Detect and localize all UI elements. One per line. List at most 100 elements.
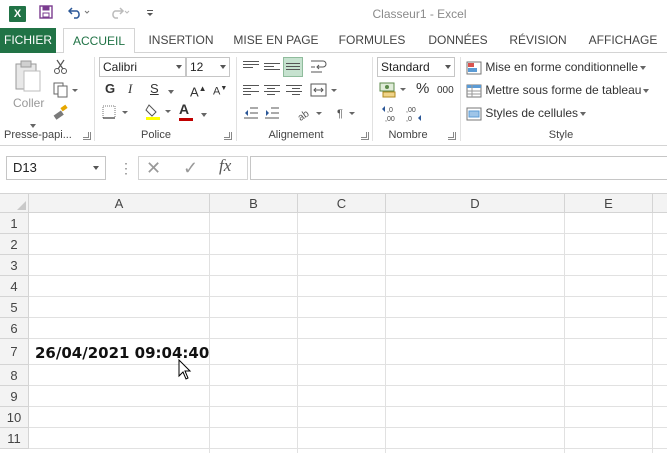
align-bottom-icon[interactable] xyxy=(283,57,303,77)
svg-text:ab: ab xyxy=(296,108,312,121)
window-title: Classeur1 - Excel xyxy=(372,7,467,21)
align-right-icon[interactable] xyxy=(286,83,302,99)
cut-icon[interactable] xyxy=(53,59,69,79)
borders-icon[interactable] xyxy=(102,104,132,124)
column-header-c[interactable]: C xyxy=(298,194,386,213)
formula-bar-options-icon[interactable]: ⋮ xyxy=(119,161,133,175)
format-painter-icon[interactable] xyxy=(53,104,69,124)
alignment-launcher-icon[interactable] xyxy=(361,132,369,140)
insert-function-button[interactable]: fx xyxy=(219,157,231,174)
column-header-f[interactable] xyxy=(653,194,667,213)
gridline xyxy=(29,317,667,318)
cancel-entry-button[interactable]: ✕ xyxy=(146,159,161,177)
column-header-b[interactable]: B xyxy=(210,194,298,213)
format-as-table-button[interactable]: Mettre sous forme de tableau xyxy=(466,82,650,98)
increase-decimal-icon[interactable]: ,0,00 xyxy=(381,105,403,127)
gridline xyxy=(29,406,667,407)
gridline xyxy=(29,338,667,339)
align-middle-icon[interactable] xyxy=(264,61,280,77)
tab-mise-en-page[interactable]: MISE EN PAGE xyxy=(230,28,322,53)
row-header-1[interactable]: 1 xyxy=(0,213,29,234)
number-group-label: Nombre xyxy=(388,129,428,141)
alignment-group-label: Alignement xyxy=(268,129,324,141)
underline-dropdown-caret[interactable] xyxy=(166,83,174,99)
select-all-button[interactable] xyxy=(0,194,29,213)
row-header-3[interactable]: 3 xyxy=(0,255,29,276)
font-color-dropdown-caret[interactable] xyxy=(199,106,207,122)
font-color-swatch xyxy=(179,118,193,121)
accounting-format-icon[interactable] xyxy=(379,80,409,102)
ribbon: Coller Presse-papi... Calibri 12 G I S A… xyxy=(0,53,667,146)
svg-text:,00: ,00 xyxy=(406,107,416,114)
grow-font-label: A xyxy=(190,84,199,100)
clipboard-launcher-icon[interactable] xyxy=(83,132,91,140)
tab-fichier[interactable]: FICHIER xyxy=(0,28,56,53)
name-box[interactable]: D13 xyxy=(6,156,106,180)
number-format-dropdown[interactable]: Standard xyxy=(377,57,455,77)
gridline xyxy=(29,275,667,276)
conditional-formatting-button[interactable]: Mise en forme conditionnelle xyxy=(466,59,647,75)
row-header-11[interactable]: 11 xyxy=(0,428,29,449)
gridline xyxy=(209,213,210,453)
cell-styles-button[interactable]: Styles de cellules xyxy=(466,105,587,121)
row-header-5[interactable]: 5 xyxy=(0,297,29,318)
font-color-letter: A xyxy=(179,101,190,117)
row-header-2[interactable]: 2 xyxy=(0,234,29,255)
font-name-dropdown[interactable]: Calibri xyxy=(99,57,186,77)
percent-style-button[interactable]: % xyxy=(416,81,429,97)
gridline xyxy=(385,213,386,453)
merge-center-icon[interactable] xyxy=(310,82,340,102)
fill-color-icon[interactable] xyxy=(145,103,175,125)
gridline xyxy=(564,213,565,453)
copy-icon[interactable] xyxy=(53,82,79,102)
increase-indent-icon[interactable] xyxy=(264,105,280,125)
worksheet-grid[interactable]: A B C D E 1 2 3 4 5 6 7 8 9 10 11 26/04/… xyxy=(0,194,667,453)
paste-button[interactable] xyxy=(13,59,43,97)
decrease-decimal-icon[interactable]: ,00,0 xyxy=(404,105,426,127)
ribbon-tabs: FICHIER ACCUEIL INSERTION MISE EN PAGE F… xyxy=(0,28,667,54)
shrink-font-button[interactable]: A▼ xyxy=(213,81,227,100)
underline-button[interactable]: S xyxy=(150,81,159,97)
align-top-icon[interactable] xyxy=(243,59,259,75)
paste-label: Coller xyxy=(13,96,45,110)
column-header-a[interactable]: A xyxy=(29,194,210,213)
tab-insertion[interactable]: INSERTION xyxy=(145,28,217,53)
row-header-9[interactable]: 9 xyxy=(0,386,29,407)
font-size-dropdown[interactable]: 12 xyxy=(186,57,230,77)
comma-style-button[interactable]: 000 xyxy=(437,83,454,99)
italic-button[interactable]: I xyxy=(128,81,132,97)
row-header-10[interactable]: 10 xyxy=(0,407,29,428)
formula-input[interactable] xyxy=(250,156,667,180)
row-header-8[interactable]: 8 xyxy=(0,365,29,386)
svg-text:,00: ,00 xyxy=(385,116,395,123)
font-size-value: 12 xyxy=(190,60,204,74)
bold-button[interactable]: G xyxy=(105,81,115,97)
row-header-4[interactable]: 4 xyxy=(0,276,29,297)
font-color-button[interactable]: A xyxy=(179,101,193,121)
confirm-entry-button[interactable]: ✓ xyxy=(183,159,198,177)
column-header-d[interactable]: D xyxy=(386,194,565,213)
font-launcher-icon[interactable] xyxy=(224,132,232,140)
tab-affichage[interactable]: AFFICHAGE xyxy=(584,28,662,53)
align-left-icon[interactable] xyxy=(243,83,259,99)
column-header-e[interactable]: E xyxy=(565,194,653,213)
grow-font-button[interactable]: A▲ xyxy=(190,81,207,100)
row-header-7[interactable]: 7 xyxy=(0,339,29,365)
title-bar: X Classeur1 - Excel xyxy=(0,0,667,28)
font-group-label: Police xyxy=(141,129,171,141)
tab-revision[interactable]: RÉVISION xyxy=(505,28,571,53)
decrease-indent-icon[interactable] xyxy=(243,105,259,125)
wrap-text-icon[interactable] xyxy=(310,58,328,78)
svg-text:,0: ,0 xyxy=(387,107,393,114)
format-as-table-label: Mettre sous forme de tableau xyxy=(485,83,642,97)
align-center-icon[interactable] xyxy=(264,83,280,99)
tab-formules[interactable]: FORMULES xyxy=(334,28,410,53)
number-launcher-icon[interactable] xyxy=(448,132,456,140)
tab-donnees[interactable]: DONNÉES xyxy=(423,28,493,53)
orientation-icon[interactable]: ab xyxy=(296,105,326,125)
text-direction-icon[interactable]: ¶ xyxy=(336,105,358,125)
row-header-6[interactable]: 6 xyxy=(0,318,29,339)
gridline xyxy=(29,254,667,255)
style-group-label: Style xyxy=(548,129,574,141)
tab-accueil[interactable]: ACCUEIL xyxy=(63,28,135,54)
